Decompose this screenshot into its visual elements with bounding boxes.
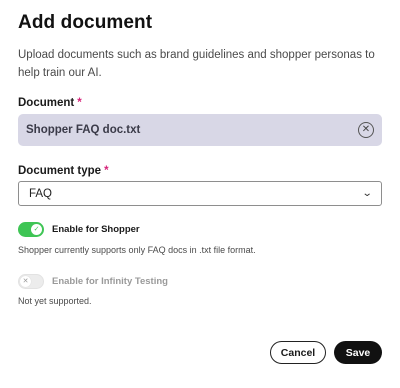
circle-x-icon: ✕ bbox=[361, 124, 371, 135]
save-button[interactable]: Save bbox=[334, 341, 382, 364]
remove-file-button[interactable]: ✕ bbox=[358, 122, 374, 138]
enable-infinity-testing-toggle[interactable]: ✕ bbox=[18, 274, 44, 289]
add-document-dialog: Add document Upload documents such as br… bbox=[0, 0, 400, 388]
enable-shopper-toggle[interactable]: ✓ bbox=[18, 222, 44, 237]
check-icon: ✓ bbox=[31, 224, 42, 235]
document-label-text: Document bbox=[18, 97, 75, 109]
enable-shopper-label: Enable for Shopper bbox=[52, 224, 140, 235]
x-icon: ✕ bbox=[20, 276, 31, 287]
enable-infinity-testing-label: Enable for Infinity Testing bbox=[52, 276, 168, 287]
shopper-helper-text: Shopper currently supports only FAQ docs… bbox=[18, 245, 256, 255]
dialog-title: Add document bbox=[18, 12, 153, 33]
document-type-label: Document type * bbox=[18, 165, 109, 177]
shopper-toggle-row: ✓ Enable for Shopper bbox=[18, 222, 140, 237]
infinity-helper-text: Not yet supported. bbox=[18, 296, 92, 306]
cancel-button[interactable]: Cancel bbox=[270, 341, 326, 364]
required-asterisk: * bbox=[77, 97, 82, 109]
document-type-selected-value: FAQ bbox=[29, 187, 53, 200]
document-type-select[interactable]: FAQ ⌄ bbox=[18, 181, 382, 206]
uploaded-file-field: Shopper FAQ doc.txt ✕ bbox=[18, 114, 382, 146]
uploaded-file-name: Shopper FAQ doc.txt bbox=[26, 124, 141, 136]
chevron-down-icon: ⌄ bbox=[361, 188, 373, 199]
required-asterisk: * bbox=[104, 165, 109, 177]
document-type-label-text: Document type bbox=[18, 165, 102, 177]
document-label: Document * bbox=[18, 97, 82, 109]
infinity-toggle-row: ✕ Enable for Infinity Testing bbox=[18, 274, 168, 289]
dialog-description: Upload documents such as brand guideline… bbox=[18, 49, 375, 79]
